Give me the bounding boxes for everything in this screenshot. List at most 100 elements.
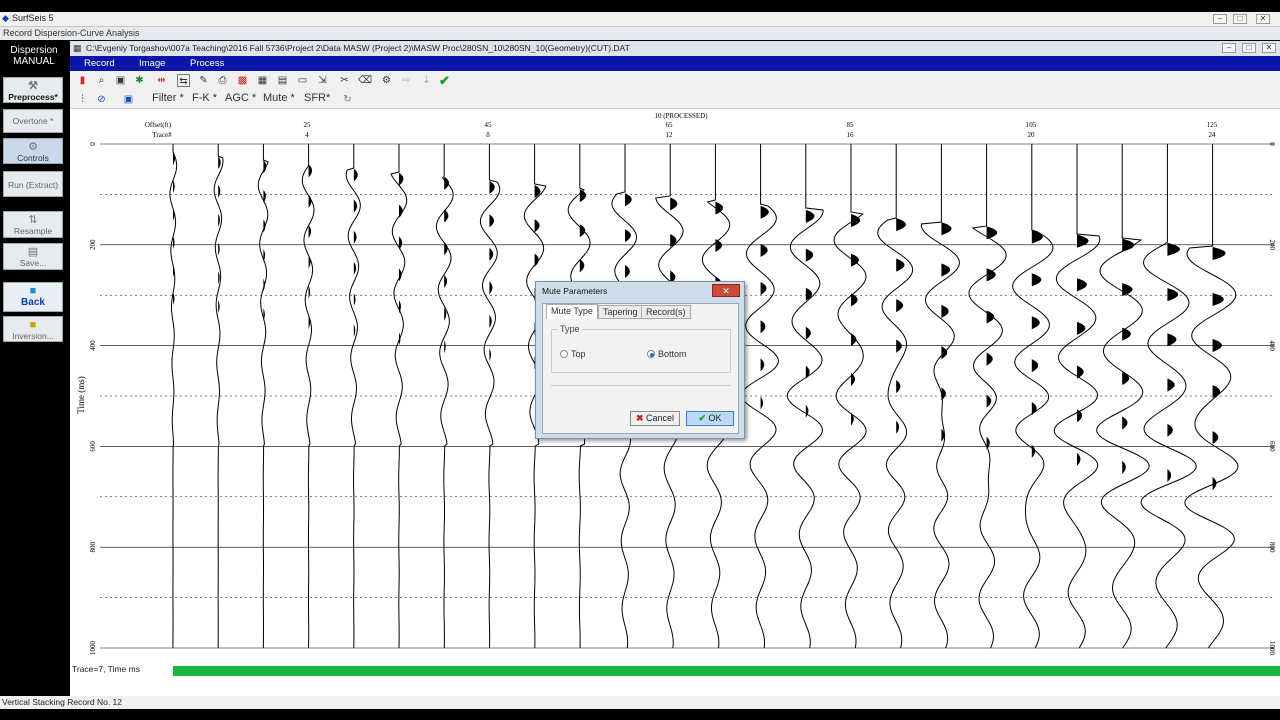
- maximize-button[interactable]: □: [1233, 14, 1247, 24]
- back-button[interactable]: ■ Back: [3, 282, 63, 312]
- save-disk-icon[interactable]: ▣: [114, 74, 127, 87]
- trace-wedge: [896, 420, 900, 434]
- preprocess-button[interactable]: ⚒ Preprocess*: [3, 77, 63, 103]
- trace-wedge: [760, 320, 766, 334]
- color-map-icon[interactable]: ▣: [122, 93, 135, 106]
- overtone-button[interactable]: Overtone *: [3, 109, 63, 133]
- type-group-label: Type: [558, 324, 582, 334]
- trace-wedge: [263, 160, 267, 174]
- trace-wedge: [941, 263, 951, 277]
- select-tool-icon[interactable]: ⇆: [177, 74, 190, 87]
- eraser-icon[interactable]: ⌫: [358, 74, 372, 87]
- trace-wedge: [308, 225, 312, 239]
- scale-icon[interactable]: ⇲: [316, 74, 329, 87]
- save-icon: ▤: [27, 246, 39, 258]
- settings-icon[interactable]: ⚙: [380, 74, 393, 87]
- trace-wedge: [851, 253, 859, 267]
- export-icon[interactable]: ▩: [236, 74, 249, 87]
- trace-wedge: [851, 372, 856, 386]
- arrow-icon[interactable]: ⇨: [400, 74, 413, 87]
- help-icon[interactable]: ⊘: [95, 93, 108, 106]
- zoom-icon[interactable]: ⌕: [95, 74, 108, 87]
- refresh-icon[interactable]: ↻: [341, 93, 354, 106]
- cancel-icon: ✖: [635, 413, 644, 423]
- filter-tool[interactable]: Filter *: [152, 92, 184, 104]
- app-icon: ◆: [2, 13, 9, 23]
- menu-bar: Record Image Process: [70, 56, 1280, 71]
- trace-tick-label: 4: [305, 131, 309, 139]
- pick-icon[interactable]: ✱: [133, 74, 146, 87]
- doc-close-button[interactable]: ✕: [1262, 43, 1276, 53]
- doc-maximize-button[interactable]: □: [1242, 43, 1256, 53]
- apply-check-icon[interactable]: ✔: [438, 74, 451, 87]
- save-button[interactable]: ▤ Save...: [3, 243, 63, 270]
- radio-bottom-circle: [647, 350, 655, 358]
- trace-wedge: [1122, 327, 1131, 341]
- y-tick-label: 200: [1268, 240, 1276, 251]
- trace-wedge: [805, 404, 809, 418]
- trace-wedge: [308, 164, 313, 178]
- mode-header-line1: Dispersion: [10, 45, 58, 56]
- radio-bottom[interactable]: Bottom: [647, 349, 687, 359]
- cursor-icon[interactable]: ⇣: [420, 74, 433, 87]
- edit-icon[interactable]: ✎: [197, 74, 210, 87]
- trace-wedge: [670, 197, 678, 211]
- offset-tick-label: 25: [304, 121, 312, 129]
- document-path: C:\Evgeniy Torgashov\007a Teaching\2016 …: [86, 43, 630, 53]
- tab-tapering[interactable]: Tapering: [598, 305, 643, 319]
- trace-wedge: [805, 326, 811, 340]
- cancel-button[interactable]: ✖ Cancel: [630, 411, 680, 426]
- ok-button[interactable]: ✔ OK: [686, 411, 734, 426]
- sfr-tool[interactable]: SFR*: [304, 92, 330, 104]
- inversion-button[interactable]: ■ Inversion...: [3, 316, 63, 342]
- color-bars-icon[interactable]: ▮: [76, 74, 89, 87]
- amplitude-icon[interactable]: ⫶: [76, 93, 89, 106]
- grid-icon[interactable]: ▦: [256, 74, 269, 87]
- tab-records[interactable]: Record(s): [641, 305, 691, 319]
- trace-tick-label: 16: [847, 131, 855, 139]
- trace-wedge: [399, 332, 401, 346]
- radio-top[interactable]: Top: [560, 349, 586, 359]
- fk-tool[interactable]: F-K *: [192, 92, 217, 104]
- table-icon[interactable]: ▤: [276, 74, 289, 87]
- resample-button[interactable]: ⇅ Resample: [3, 211, 63, 238]
- run-extract-button[interactable]: Run (Extract): [3, 171, 63, 197]
- trace-wedge: [1167, 468, 1172, 482]
- trace-wedge: [444, 242, 448, 256]
- app-title-bar: ◆ SurfSeis 5 – □ ✕: [0, 12, 1280, 27]
- print-icon[interactable]: ⎙: [216, 74, 229, 87]
- trace-wedge: [308, 194, 312, 208]
- dialog-title: Mute Parameters: [542, 286, 608, 296]
- doc-minimize-button[interactable]: –: [1222, 43, 1236, 53]
- toolbar-processing: ⫶ ⊘ ▣ Filter * F-K * AGC * Mute * SFR* ↻: [70, 90, 1280, 109]
- menu-record[interactable]: Record: [84, 58, 115, 69]
- y-tick-label: 800: [89, 541, 97, 552]
- minimize-button[interactable]: –: [1213, 14, 1227, 24]
- trace-wedge: [760, 396, 764, 410]
- trace-wedge: [1167, 333, 1177, 347]
- controls-button[interactable]: ⚙ Controls: [3, 138, 63, 164]
- dialog-close-button[interactable]: ✕: [712, 284, 740, 297]
- bottom-status-bar: Vertical Stacking Record No. 12: [0, 696, 1280, 709]
- trace-wedge: [489, 180, 495, 194]
- menu-image[interactable]: Image: [139, 58, 165, 69]
- agc-tool[interactable]: AGC *: [225, 92, 256, 104]
- trace-wedge: [489, 314, 492, 328]
- offset-tick-label: 125: [1207, 121, 1218, 129]
- trace-wedge: [986, 310, 995, 324]
- menu-process[interactable]: Process: [190, 58, 224, 69]
- trace-wedge: [1167, 423, 1173, 437]
- cancel-label: Cancel: [646, 413, 675, 423]
- trace-wedge: [1031, 359, 1039, 373]
- trace-icon[interactable]: ⇹: [155, 74, 168, 87]
- close-button[interactable]: ✕: [1256, 14, 1270, 24]
- trace-wedge: [1212, 247, 1226, 260]
- frame-icon[interactable]: ▭: [296, 74, 309, 87]
- trace-wedge: [896, 299, 904, 313]
- trace-wedge: [399, 172, 404, 186]
- mute-tool[interactable]: Mute *: [263, 92, 295, 104]
- tab-mute-type[interactable]: Mute Type: [546, 304, 598, 319]
- seismic-trace: [345, 144, 361, 649]
- tools-icon[interactable]: ✂: [338, 74, 351, 87]
- trace-wedge: [489, 348, 492, 362]
